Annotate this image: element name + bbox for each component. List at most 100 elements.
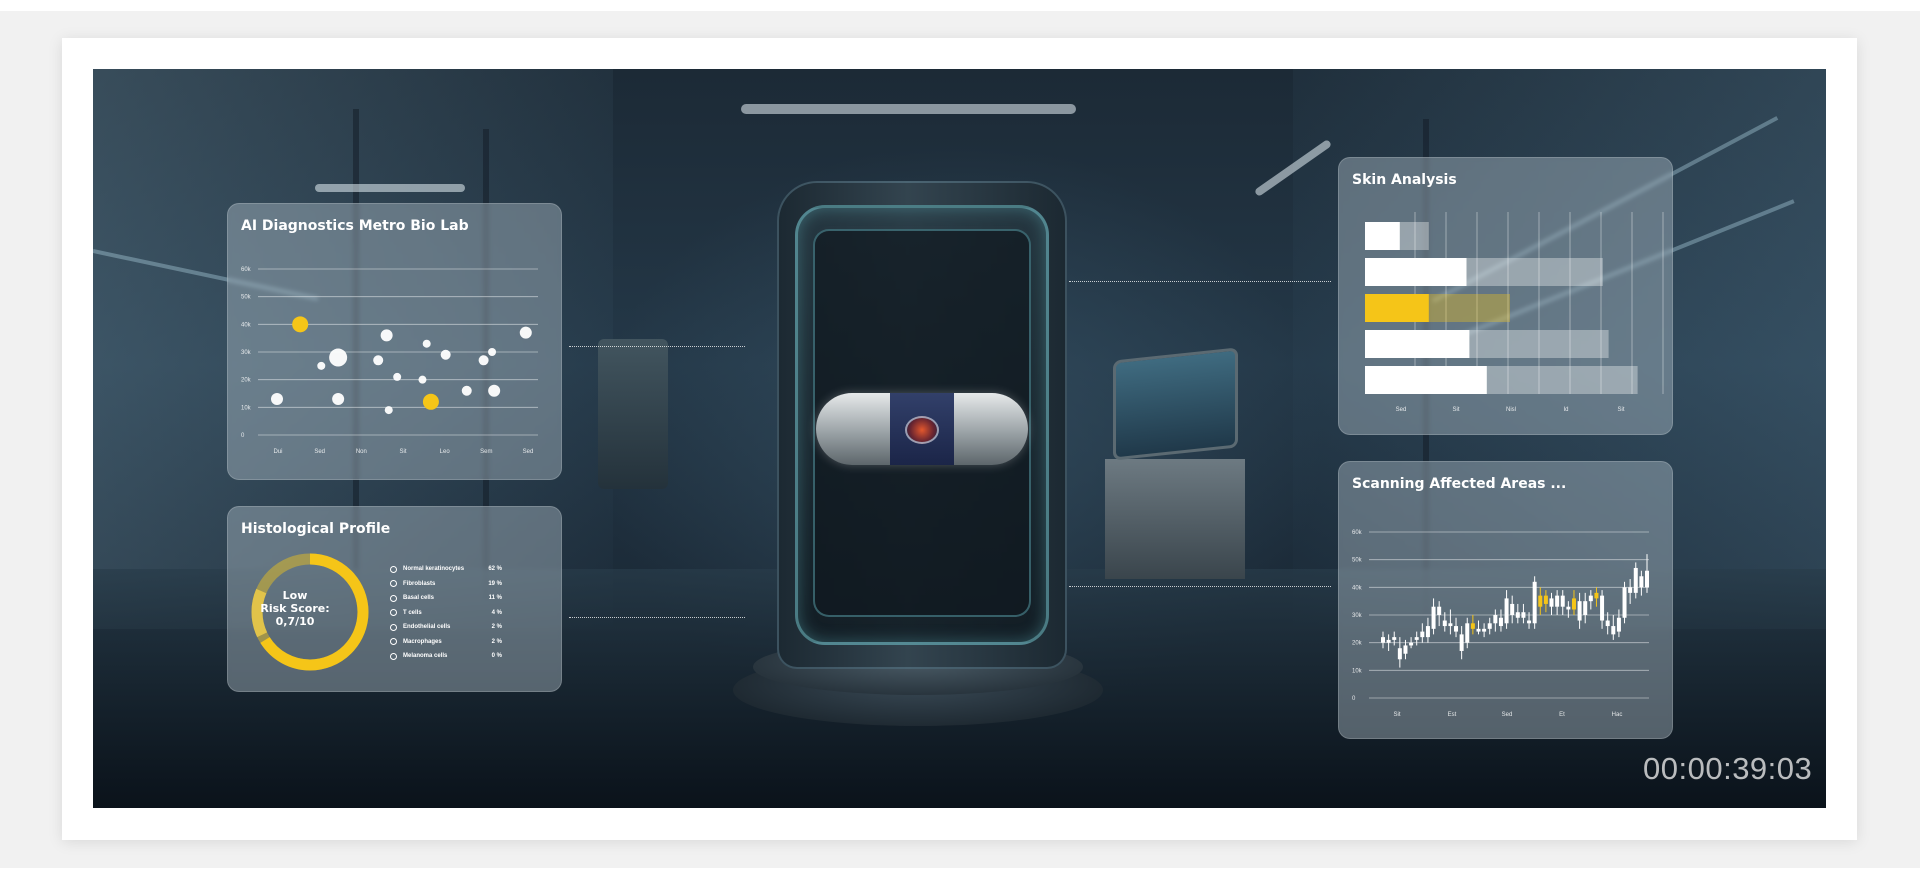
candle-body [1622,587,1627,618]
legend-label: Melanoma cells [403,653,448,660]
candle-body [1420,631,1425,638]
skin-bar-chart: Sed Sit Nisl Id Sit [1365,212,1664,413]
scanning-panel: Scanning Affected Areas ... 60k 50k 40k 30k… [1338,461,1673,739]
ceiling-light [315,184,465,192]
candle-body [1532,581,1537,624]
y-tick-label: 60k [241,267,252,273]
top-margin [0,0,1920,11]
candle-body [1425,626,1430,638]
y-tick-label: 30k [241,350,252,356]
data-point [519,326,532,339]
legend-value: 2 % [491,638,502,645]
data-point [380,329,393,342]
risk-value: 0,7/10 [275,615,315,628]
risk-label: Risk Score: [260,602,330,615]
candle-body [1605,620,1610,627]
timecode: 00:00:39:03 [1643,751,1813,786]
legend-value: 0 % [491,653,502,660]
data-point [271,393,283,406]
legend-value: 62 % [488,566,502,573]
x-tick-label: Leo [440,449,451,455]
y-tick-label: 0 [1352,696,1356,702]
candle-body [1454,626,1459,632]
candle-body [1594,592,1599,599]
histology-panel: Histological Profile Low Risk Score: 0,7… [227,506,562,692]
x-tick-label: Dui [273,449,282,455]
candle-body [1645,570,1649,588]
diagnostics-panel: AI Diagnostics Metro Bio Lab 60k 50k 40k 30… [227,203,562,480]
x-tick-label: Sed [314,449,325,455]
candle-body [1577,601,1582,621]
y-tick-label: 10k [1352,668,1363,674]
candle-body [1392,637,1397,640]
legend-marker-icon [390,638,397,646]
candle-body [1442,620,1447,627]
candle-body [1431,606,1436,629]
candle-body [1487,623,1492,629]
bar [1365,294,1429,322]
video-frame[interactable]: AI Diagnostics Metro Bio Lab 60k 50k 40k 30… [93,69,1826,808]
machine-base [1105,459,1245,579]
candle-body [1459,634,1464,651]
legend-value: 4 % [491,609,502,616]
candle-body [1633,567,1638,593]
candle-body [1583,601,1588,615]
data-point [422,339,431,348]
candle-body [1521,612,1526,618]
bar [1365,366,1487,394]
data-point [488,384,501,397]
x-tick-label: Nisl [1506,407,1516,413]
data-point [422,393,439,410]
candle-body [1409,642,1414,646]
legend-label: Macrophages [403,638,442,645]
x-tick-label: Sit [1452,407,1459,413]
data-point [373,355,384,366]
cell-legend: Normal keratinocytes 62 % Fibroblasts 19 % B… [390,562,502,664]
legend-value: 11 % [488,595,502,602]
y-tick-label: 30k [1352,613,1363,619]
candlestick-chart: 60k 50k 40k 30k 20k 10k 0 Sit Est Sed Et Hac [1352,530,1649,718]
data-point [488,348,497,356]
scatter-chart: 60k 50k 40k 30k 20k 10k 0 Dui Sed Non Sit Leo Sem Sed [241,267,538,455]
candle-body [1448,623,1453,627]
candle-body [1600,595,1605,621]
candle-body [1493,615,1498,624]
data-point [332,393,345,406]
y-tick-label: 0 [241,433,245,439]
data-point [478,355,489,366]
data-point [440,349,451,360]
connector-line [569,346,745,347]
legend-marker-icon [390,594,397,602]
candle-body [1549,598,1554,607]
legend-marker-icon [390,609,397,617]
candle-body [1510,603,1515,615]
candle-body [1386,639,1391,643]
data-point [393,372,402,381]
x-tick-label: Sit [399,449,406,455]
legend-row: T cells 4 % [390,606,502,621]
data-point [461,385,472,396]
x-tick-label: Sed [1396,407,1407,413]
legend-row: Melanoma cells 0 % [390,649,502,664]
candle-body [1465,623,1470,643]
bar [1365,222,1400,250]
candle-body [1476,628,1481,632]
legend-value: 19 % [488,580,502,587]
legend-row: Basal cells 11 % [390,591,502,606]
candle-body [1538,595,1543,607]
candle-body [1555,595,1560,607]
candle-body [1515,612,1520,618]
legend-label: Fibroblasts [403,580,436,587]
legend-label: Normal keratinocytes [403,566,465,573]
candle-body [1616,617,1621,632]
bar [1365,330,1470,358]
pill-core [905,416,939,444]
legend-value: 2 % [491,624,502,631]
risk-level: Low [282,589,308,602]
x-tick-label: Hac [1612,712,1623,718]
candle-body [1566,606,1571,610]
x-tick-label: Sem [480,449,492,455]
candle-body [1611,626,1616,635]
candle-body [1560,595,1565,607]
connector-line [569,617,745,618]
